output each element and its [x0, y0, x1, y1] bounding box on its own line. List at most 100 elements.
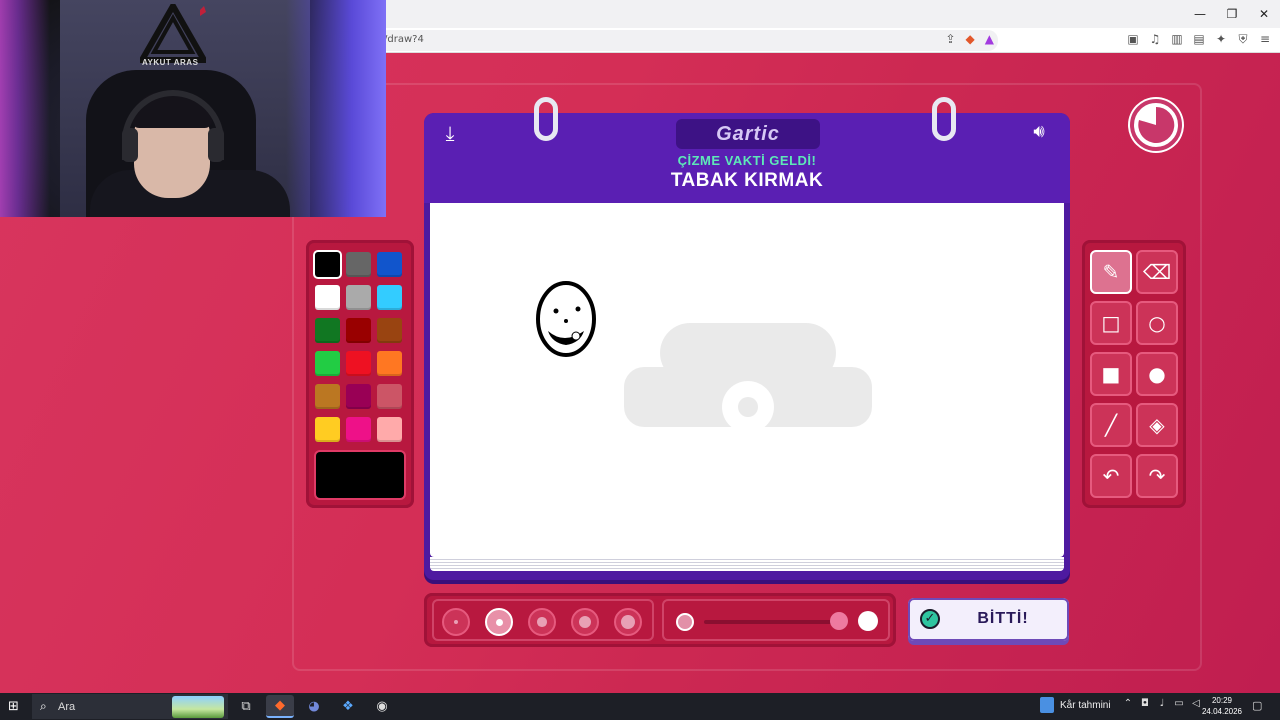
game-logo: Gartic [716, 123, 780, 145]
binder-ring-right [932, 97, 956, 141]
brush-size-dot [537, 617, 547, 627]
brush-size-button[interactable] [528, 608, 556, 636]
undo-tool[interactable]: ↶ [1090, 454, 1132, 498]
weather-widget[interactable]: Kår tahmini [1040, 697, 1111, 713]
redo-tool[interactable]: ↷ [1136, 454, 1178, 498]
minimize-button[interactable]: — [1184, 0, 1216, 28]
brush-size-dot [620, 614, 636, 630]
taskbar-search[interactable]: ⌕ Ara [32, 694, 228, 719]
color-swatch[interactable] [377, 285, 402, 310]
opacity-slider-track[interactable] [704, 620, 836, 624]
brush-size-button[interactable] [614, 608, 642, 636]
ellipse-outline-tool[interactable]: ○ [1136, 301, 1178, 345]
discord-icon[interactable]: ◕ [300, 695, 328, 718]
windows-start-icon[interactable]: ⊞ [8, 699, 24, 715]
chevron-up-icon[interactable]: ⌃ [1122, 698, 1134, 709]
rectangle-filled-tool[interactable]: ■ [1090, 352, 1132, 396]
color-swatch[interactable] [346, 252, 371, 277]
color-swatch[interactable] [315, 252, 340, 277]
rectangle-outline-tool[interactable]: □ [1090, 301, 1132, 345]
tool-panel: ✎ ⌫ □ ○ ■ ● ╱ ◈ ↶ ↷ [1082, 240, 1186, 508]
streamer-logo-text: AYKUT ARAS [142, 58, 199, 67]
taskbar-clock[interactable]: 20:29 24.04.2026 [1200, 695, 1244, 717]
microphone-icon[interactable]: ♩ [1156, 698, 1168, 709]
brush-size-dot [495, 618, 503, 626]
task-view-icon[interactable]: ⧉ [232, 695, 260, 718]
eraser-tool[interactable]: ⌫ [1136, 250, 1178, 294]
brush-size-button[interactable] [485, 608, 513, 636]
search-highlight-image [172, 696, 224, 718]
color-swatch[interactable] [315, 318, 340, 343]
window-controls: — ❐ ✕ [1184, 0, 1280, 28]
network-icon[interactable]: ▭ [1173, 698, 1185, 709]
color-swatch[interactable] [315, 285, 340, 310]
opacity-slider-thumb[interactable] [830, 612, 848, 630]
close-button[interactable]: ✕ [1248, 0, 1280, 28]
sound-icon[interactable]: 🔊︎ [1024, 121, 1054, 145]
brush-size-button[interactable] [442, 608, 470, 636]
vpn-icon[interactable]: ⛨ [1236, 32, 1250, 47]
system-tray: ⌃ ◘ ♩ ▭ ◁ [1122, 698, 1202, 709]
drawing-notebook: ⤓ Gartic ÇİZME VAKTİ GELDİ! TABAK KIRMAK… [424, 97, 1070, 580]
weather-text: Kår tahmini [1060, 699, 1111, 711]
leo-icon[interactable]: ✦ [1214, 32, 1228, 47]
user-drawing [536, 281, 596, 357]
color-swatch[interactable] [346, 384, 371, 409]
opacity-slider-group [662, 599, 890, 641]
ellipse-filled-icon: ● [1148, 362, 1166, 386]
taskbar-apps: ⧉ ◆ ◕ ❖ ◉ [232, 695, 396, 718]
checkmark-icon: ✓ [920, 609, 940, 629]
color-swatch[interactable] [346, 351, 371, 376]
line-tool[interactable]: ╱ [1090, 403, 1132, 447]
color-swatch[interactable] [346, 285, 371, 310]
color-swatch[interactable] [377, 318, 402, 343]
fill-bucket-tool[interactable]: ◈ [1136, 403, 1178, 447]
pencil-icon: ✎ [1102, 260, 1120, 284]
color-swatch[interactable] [377, 351, 402, 376]
phase-subtitle: ÇİZME VAKTİ GELDİ! [677, 153, 817, 168]
menu-icon[interactable]: ≡ [1258, 32, 1272, 47]
sidebar-icon[interactable]: ▥ [1170, 32, 1184, 47]
brave-shield-icon[interactable]: ◆ [966, 32, 975, 46]
fill-bucket-icon: ◈ [1149, 413, 1165, 437]
brush-size-group [432, 599, 654, 641]
color-palette [306, 240, 414, 508]
brave-browser-icon[interactable]: ◆ [266, 695, 294, 718]
rewards-icon[interactable]: ▲ [985, 32, 994, 46]
share-icon[interactable]: ⇪ [945, 32, 955, 46]
title-tab: Gartic [676, 119, 820, 149]
eraser-icon: ⌫ [1142, 260, 1172, 284]
color-swatch[interactable] [377, 252, 402, 277]
obs-icon[interactable]: ◉ [368, 695, 396, 718]
color-swatch[interactable] [346, 417, 371, 442]
notification-icon[interactable]: ▢ [1252, 699, 1262, 712]
app-icon[interactable]: ❖ [334, 695, 362, 718]
color-swatch[interactable] [377, 417, 402, 442]
restore-button[interactable]: ❐ [1216, 0, 1248, 28]
music-icon[interactable]: ♫ [1148, 32, 1162, 47]
tab-icon[interactable]: ▣ [1126, 32, 1140, 47]
undo-icon: ↶ [1102, 464, 1120, 488]
wallet-icon[interactable]: ▤ [1192, 32, 1206, 47]
drawing-canvas[interactable] [430, 203, 1064, 557]
webcam-overlay: AYKUT ARAS [0, 0, 386, 217]
url-text[interactable]: /draw?4 [384, 34, 424, 45]
opacity-max-icon [858, 611, 878, 631]
color-swatch[interactable] [315, 351, 340, 376]
color-swatch[interactable] [315, 417, 340, 442]
search-placeholder: Ara [58, 701, 76, 713]
ellipse-filled-tool[interactable]: ● [1136, 352, 1178, 396]
ellipse-outline-icon: ○ [1148, 311, 1166, 335]
color-swatch[interactable] [377, 384, 402, 409]
color-swatch[interactable] [346, 318, 371, 343]
download-icon[interactable]: ⤓ [438, 121, 462, 145]
done-button[interactable]: ✓ BİTTİ! [908, 598, 1069, 641]
brush-size-button[interactable] [571, 608, 599, 636]
color-swatch[interactable] [315, 384, 340, 409]
gartic-phone-watermark [624, 323, 872, 433]
clock-date: 24.04.2026 [1201, 707, 1243, 716]
camera-tray-icon[interactable]: ◘ [1139, 698, 1151, 709]
address-bar[interactable]: /draw?4 ⇪ ◆ ▲ [378, 30, 998, 51]
prompt-word: TABAK KIRMAK [670, 170, 824, 191]
pencil-tool[interactable]: ✎ [1090, 250, 1132, 294]
